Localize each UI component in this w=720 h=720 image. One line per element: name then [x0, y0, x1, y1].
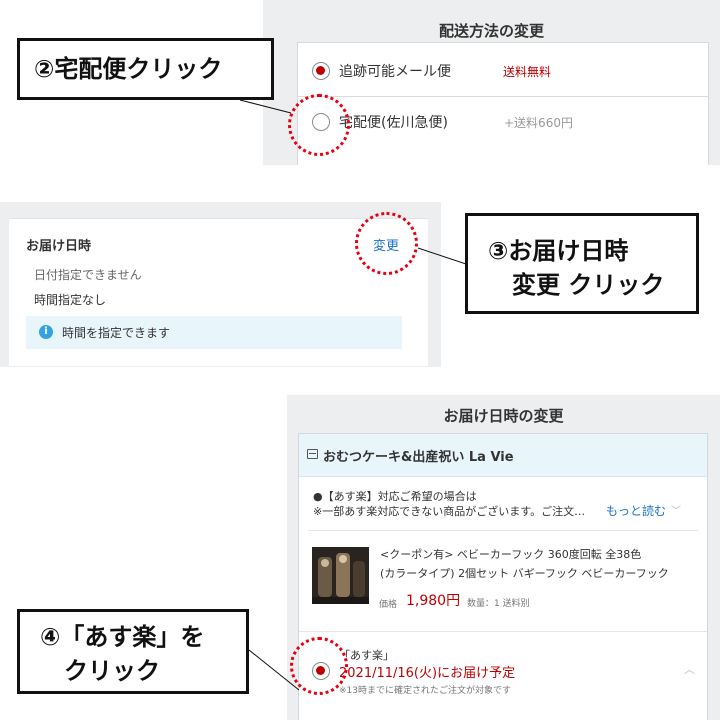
- highlight-circle-change: [355, 212, 418, 275]
- product-price: 1,980円: [406, 593, 461, 609]
- mail-delivery-label[interactable]: 追跡可能メール便: [339, 61, 451, 81]
- product-thumbnail[interactable]: [312, 547, 369, 604]
- callout-step-4: ④「あす楽」を クリック: [17, 609, 249, 694]
- delivery-date-heading: お届け日時: [26, 239, 92, 254]
- chevron-up-icon[interactable]: ︿: [684, 661, 695, 677]
- time-note: 時間指定なし: [34, 293, 107, 307]
- callout-step-2: ②宅配便クリック: [17, 38, 274, 100]
- info-icon: i: [39, 325, 53, 339]
- mail-delivery-radio[interactable]: [312, 62, 330, 80]
- callout-step-3-line-1: ③お届け日時: [488, 237, 629, 265]
- notice-line-2: ※一部あす楽対応できない商品がございます。ご注文前に商品ページをご確認ください。: [313, 505, 596, 518]
- read-more-link[interactable]: もっと読む: [606, 502, 666, 519]
- product-image: [312, 547, 369, 604]
- mail-delivery-fee: 送料無料: [503, 65, 552, 79]
- asuraku-note: ※13時までに確定されたご注文が対象です: [339, 686, 511, 696]
- price-label: 価格: [379, 600, 398, 610]
- product-name-line-1[interactable]: <クーポン有> ベビーカーフック 360度回転 全38色: [380, 546, 692, 562]
- notice-line-1: ●【あす楽】対応ご希望の場合は: [313, 490, 477, 503]
- change-delivery-title: お届け日時の変更: [443, 407, 564, 425]
- callout-step-3-line-2: 変更 クリック: [512, 271, 665, 299]
- date-note: 日付指定できません: [34, 268, 142, 282]
- highlight-circle-asuraku: [290, 637, 348, 695]
- callout-step-4-line-2: クリック: [64, 657, 160, 685]
- courier-delivery-fee: +送料660円: [504, 116, 573, 130]
- asuraku-date[interactable]: 2021/11/16(火)にお届け予定: [339, 662, 515, 681]
- shop-name: おむつケーキ&出産祝い La Vie: [323, 450, 514, 465]
- product-name-line-2[interactable]: (カラータイプ) 2個セット バギーフック ベビーカーフック: [380, 565, 692, 581]
- courier-delivery-label[interactable]: 宅配便(佐川急便): [339, 112, 448, 132]
- highlight-circle-courier: [288, 94, 350, 156]
- chevron-down-icon[interactable]: ﹀: [671, 502, 681, 517]
- product-qty: 数量：1 送料別: [467, 599, 530, 609]
- divider: [297, 96, 709, 97]
- callout-step-4-line-1: ④「あす楽」を: [40, 623, 205, 651]
- shop-icon: [307, 449, 318, 459]
- callout-step-3: ③お届け日時 変更 クリック: [465, 213, 699, 314]
- info-text: 時間を指定できます: [62, 326, 171, 340]
- divider: [299, 631, 707, 632]
- shipping-method-title: 配送方法の変更: [438, 22, 544, 40]
- divider: [308, 530, 698, 531]
